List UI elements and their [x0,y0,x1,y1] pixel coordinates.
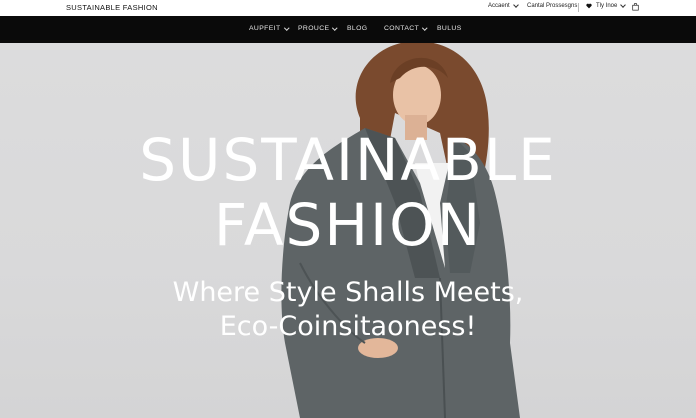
nav-item-label: BLOG [347,25,368,32]
top-utility-bar: SUSTAINABLE FASHION Accaent Cantal Pross… [0,0,696,16]
account-menu[interactable]: Accaent [488,2,519,9]
nav-item-contact[interactable]: CONTACT [384,25,428,32]
chevron-down-icon [422,25,428,30]
nav-item-label: PROUCE [298,25,330,32]
hero-banner: SUSTAINABLE FASHION Where Style Shalls M… [0,43,696,418]
main-navigation: AUPFEIT PROUCE BLOG CONTACT BULUS [0,16,696,43]
chevron-down-icon [332,25,338,30]
shopping-bag-icon[interactable] [632,3,639,11]
wishlist-menu[interactable]: Tly Inoe [586,2,627,9]
nav-item-label: BULUS [437,25,462,32]
chevron-down-icon [512,2,519,8]
account-label: Accaent [488,3,510,9]
contact-label: Cantal Prossesgns [527,3,578,9]
nav-item-label: CONTACT [384,25,420,32]
wishlist-label: Tly Inoe [596,3,618,9]
chevron-down-icon [283,25,289,30]
contact-link[interactable]: Cantal Prossesgns [527,3,577,9]
nav-item-label: AUPFEIT [249,25,281,32]
chevron-down-icon [620,2,627,8]
brand-logo[interactable]: SUSTAINABLE FASHION [66,3,158,12]
hero-subtitle-line-2: Eco-Coinsitaoness! [219,311,477,342]
nav-item-aupfeit[interactable]: AUPFEIT [249,25,289,32]
nav-item-prouce[interactable]: PROUCE [298,25,338,32]
hero-title-line-2: FASHION [213,191,483,259]
nav-item-bulus[interactable]: BULUS [437,25,462,32]
hero-subtitle-line-1: Where Style Shalls Meets, [172,277,524,308]
hero-title-line-1: SUSTAINABLE [139,126,557,194]
heart-icon [586,3,592,9]
topbar-divider [578,3,579,12]
nav-item-blog[interactable]: BLOG [347,25,368,32]
